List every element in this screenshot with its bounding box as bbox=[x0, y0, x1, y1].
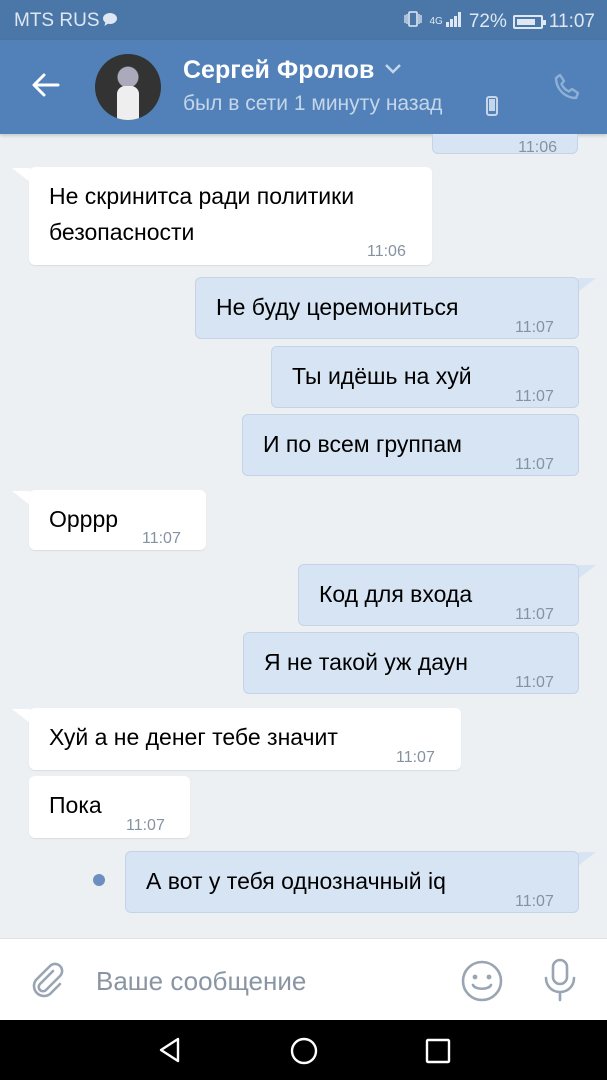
battery-percent: 72% bbox=[468, 10, 507, 32]
chevron-down-icon[interactable] bbox=[384, 62, 402, 80]
message-time: 11:07 bbox=[515, 319, 554, 336]
unread-indicator bbox=[93, 874, 105, 886]
microphone-icon bbox=[544, 958, 576, 1002]
circle-home-icon bbox=[290, 1037, 318, 1065]
message-text: Я не такой уж даун bbox=[264, 649, 468, 675]
arrow-left-icon bbox=[28, 73, 62, 106]
message-text: Код для входа bbox=[319, 581, 473, 607]
signal-icon bbox=[445, 11, 463, 32]
message-text: безопасности bbox=[49, 219, 195, 245]
call-button[interactable] bbox=[552, 72, 582, 107]
carrier-name: MTS RUS bbox=[14, 10, 100, 31]
message-text: Пока bbox=[49, 792, 102, 818]
message-time: 11:07 bbox=[515, 388, 554, 405]
vibrate-icon bbox=[403, 10, 423, 33]
status-icons: 4G 72% 11:07 bbox=[403, 10, 595, 33]
message-bubble-incoming[interactable]: Орррр 11:07 bbox=[29, 490, 206, 550]
message-time: 11:06 bbox=[518, 139, 557, 156]
phone-icon bbox=[554, 73, 580, 100]
message-time: 11:07 bbox=[515, 606, 554, 623]
message-time: 11:06 bbox=[367, 243, 406, 260]
message-composer: Ваше сообщение bbox=[0, 938, 607, 1021]
message-input[interactable]: Ваше сообщение bbox=[96, 966, 306, 997]
contact-name[interactable]: Сергей Фролов bbox=[183, 56, 374, 85]
square-recents-icon bbox=[425, 1038, 451, 1064]
message-time: 11:07 bbox=[515, 674, 554, 691]
chat-header: Сергей Фролов был в сети 1 минуту назад bbox=[0, 40, 607, 134]
message-time: 11:07 bbox=[396, 749, 435, 766]
system-nav-bar bbox=[0, 1020, 607, 1080]
nav-back-button[interactable] bbox=[156, 1036, 184, 1069]
message-bubble-incoming[interactable]: Хуй а не денег тебе значит 11:07 bbox=[29, 708, 461, 770]
voice-message-button[interactable] bbox=[540, 957, 580, 1008]
message-text: И по всем группам bbox=[263, 431, 462, 457]
paperclip-icon bbox=[32, 962, 64, 998]
message-bubble-outgoing[interactable]: Ты идёшь на хуй 11:07 bbox=[271, 346, 579, 408]
battery-icon bbox=[512, 14, 546, 29]
back-button[interactable] bbox=[28, 68, 68, 108]
last-seen-status: был в сети 1 минуту назад bbox=[183, 92, 443, 115]
message-bubble-partial[interactable]: 11:06 bbox=[432, 134, 578, 156]
nav-recents-button[interactable] bbox=[425, 1038, 451, 1069]
message-bubble-outgoing[interactable]: Не буду церемониться 11:07 bbox=[195, 277, 579, 339]
chat-bubble-icon bbox=[102, 12, 118, 30]
message-text: Хуй а не денег тебе значит bbox=[49, 724, 338, 750]
message-bubble-incoming[interactable]: Пока 11:07 bbox=[29, 776, 190, 838]
message-text: А вот у тебя однозначный iq bbox=[146, 868, 446, 894]
emoji-button[interactable] bbox=[460, 959, 504, 1008]
message-bubble-incoming[interactable]: Не скринитса ради политики безопасности … bbox=[29, 167, 432, 265]
message-bubble-outgoing[interactable]: Я не такой уж даун 11:07 bbox=[243, 632, 579, 694]
message-text: Не скринитса ради политики bbox=[49, 183, 355, 209]
message-text: Не буду церемониться bbox=[216, 294, 459, 320]
attach-button[interactable] bbox=[26, 959, 66, 1004]
message-bubble-outgoing[interactable]: Код для входа 11:07 bbox=[298, 564, 579, 626]
status-bar: MTS RUS 4G 72% 11:07 bbox=[0, 0, 607, 40]
message-text: Ты идёшь на хуй bbox=[292, 363, 472, 389]
nav-home-button[interactable] bbox=[289, 1036, 319, 1071]
message-text: Орррр bbox=[49, 506, 119, 532]
message-time: 11:07 bbox=[126, 817, 165, 834]
message-time: 11:07 bbox=[515, 893, 554, 910]
mobile-device-icon bbox=[486, 96, 498, 121]
message-list[interactable]: 11:06 Не скринитса ради политики безопас… bbox=[0, 134, 607, 938]
avatar[interactable] bbox=[95, 54, 161, 120]
triangle-back-icon bbox=[159, 1037, 180, 1063]
message-bubble-outgoing[interactable]: И по всем группам 11:07 bbox=[242, 414, 579, 476]
clock: 11:07 bbox=[548, 10, 595, 32]
message-time: 11:07 bbox=[515, 456, 554, 473]
message-time: 11:07 bbox=[142, 530, 181, 547]
smiley-icon bbox=[461, 960, 503, 1002]
message-bubble-outgoing[interactable]: А вот у тебя однозначный iq 11:07 bbox=[125, 851, 579, 913]
network-type: 4G bbox=[429, 16, 443, 27]
